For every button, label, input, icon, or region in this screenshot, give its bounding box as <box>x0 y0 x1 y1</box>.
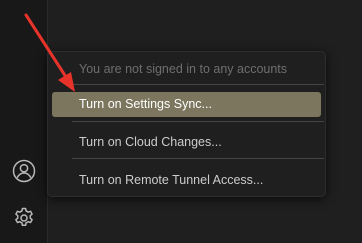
not-signed-in-status: You are not signed in to any accounts <box>79 62 288 76</box>
menu-separator <box>72 158 324 159</box>
turn-on-cloud-changes-item[interactable]: Turn on Cloud Changes... <box>52 130 321 155</box>
turn-on-remote-tunnel-access-item[interactable]: Turn on Remote Tunnel Access... <box>52 168 321 193</box>
gear-icon[interactable] <box>10 204 38 232</box>
activity-bar <box>0 0 48 243</box>
turn-on-settings-sync-item[interactable]: Turn on Settings Sync... <box>52 92 321 117</box>
gear-icon-graphic <box>15 207 33 227</box>
vscode-window: You are not signed in to any accounts Tu… <box>0 0 362 243</box>
account-circle-icon-graphic <box>12 159 36 183</box>
accounts-context-menu: You are not signed in to any accounts Tu… <box>47 51 326 197</box>
menu-separator <box>72 84 324 85</box>
account-circle-icon[interactable] <box>10 157 38 185</box>
menu-separator <box>72 121 324 122</box>
